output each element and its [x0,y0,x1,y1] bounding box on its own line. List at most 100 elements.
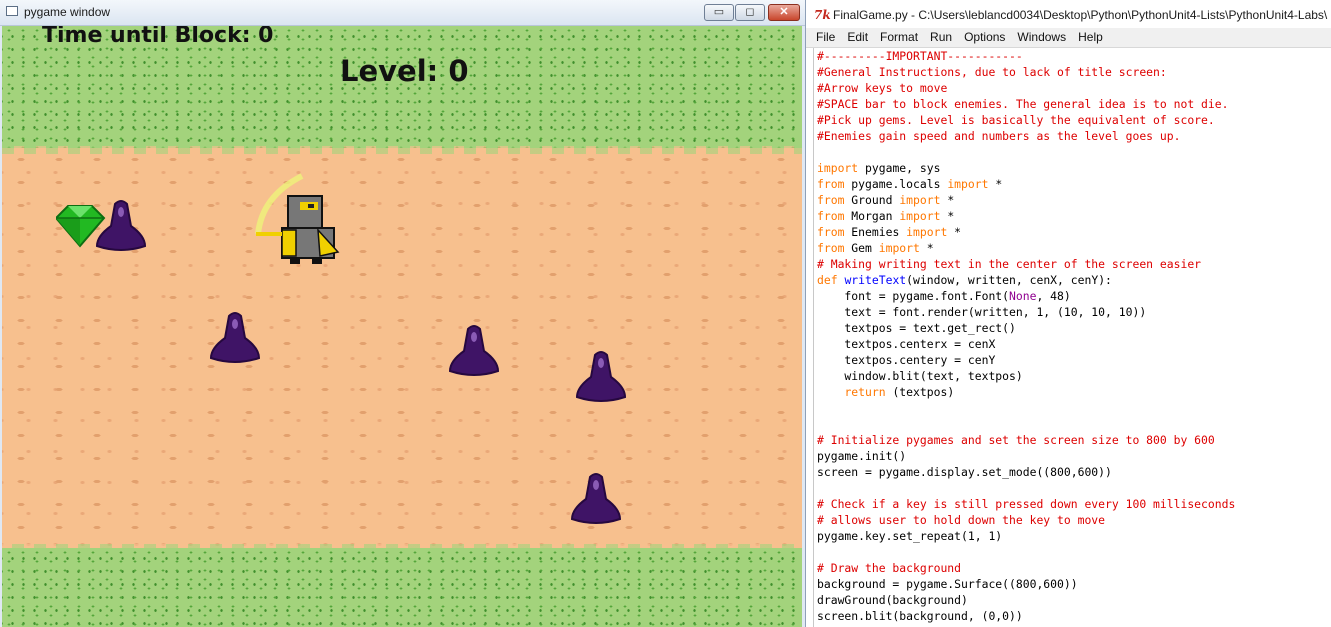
code-token: return [844,385,886,399]
code-token: from [817,209,845,223]
code-token: from [817,177,845,191]
code-token: drawGround(background) [817,593,968,607]
menu-format[interactable]: Format [874,28,924,47]
code-line[interactable]: import pygame, sys [817,160,1331,176]
code-token: font = pygame.font.Font( [817,289,1010,303]
code-token: screen = pygame.display.set_mode((800,60… [817,465,1112,479]
close-button[interactable]: ✕ [768,4,800,21]
code-line[interactable]: drawGround(background) [817,592,1331,608]
code-token: window.blit(text, textpos) [817,369,1023,383]
code-token: Gem [844,241,879,255]
code-token: pygame.locals [844,177,948,191]
idle-window-title: FinalGame.py - C:\Users\leblancd0034\Des… [833,8,1328,22]
code-line[interactable]: text = font.render(written, 1, (10, 10, … [817,304,1331,320]
game-canvas[interactable]: Time until Block: 0 Level: 0 [2,26,802,627]
maximize-button[interactable]: ◻ [735,4,765,21]
code-line[interactable]: # Draw the background [817,560,1331,576]
code-token: # Check if a key is still pressed down e… [817,497,1236,511]
block-timer-text: Time until Block: 0 [42,26,274,48]
code-line[interactable]: screen.blit(background, (0,0)) [817,608,1331,624]
code-line[interactable]: textpos.centery = cenY [817,352,1331,368]
code-token: (window, written, cenX, cenY): [906,273,1112,287]
code-line[interactable]: from Morgan import * [817,208,1331,224]
code-token: background = pygame.Surface((800,600)) [817,577,1078,591]
dirt-edge-top [2,146,802,154]
code-line[interactable]: # Check if a key is still pressed down e… [817,496,1331,512]
pygame-titlebar[interactable]: pygame window ▭ ◻ ✕ [0,0,805,26]
code-line[interactable]: from pygame.locals import * [817,176,1331,192]
code-line[interactable]: #---------IMPORTANT----------- [817,48,1331,64]
menu-edit[interactable]: Edit [841,28,874,47]
code-line[interactable]: #SPACE bar to block enemies. The general… [817,96,1331,112]
idle-titlebar[interactable]: 7k FinalGame.py - C:\Users\leblancd0034\… [806,0,1331,29]
code-line[interactable] [817,400,1331,416]
code-token: (textpos) [885,385,955,399]
code-line[interactable]: font = pygame.font.Font(None, 48) [817,288,1331,304]
code-token: # allows user to hold down the key to mo… [817,513,1106,527]
maximize-icon: ◻ [745,6,755,18]
code-token: textpos.centery = cenY [817,353,996,367]
code-line[interactable]: textpos.centerx = cenX [817,336,1331,352]
code-line[interactable]: #General Instructions, due to lack of ti… [817,64,1331,80]
idle-editor-window: 7k FinalGame.py - C:\Users\leblancd0034\… [806,0,1331,627]
code-line[interactable]: #Arrow keys to move [817,80,1331,96]
code-line[interactable]: # Making writing text in the center of t… [817,256,1331,272]
code-token: pygame, sys [858,161,941,175]
code-token: * [947,225,962,239]
code-line[interactable]: pygame.key.set_repeat(1, 1) [817,528,1331,544]
code-line[interactable] [817,544,1331,560]
code-token: import [817,161,859,175]
code-token: Morgan [844,209,900,223]
menu-file[interactable]: File [806,28,841,47]
code-token: import [906,225,948,239]
code-token: from [817,225,845,239]
code-line[interactable]: background = pygame.Surface((800,600)) [817,576,1331,592]
code-token: #SPACE bar to block enemies. The general… [817,97,1229,111]
code-line[interactable]: def writeText(window, written, cenX, cen… [817,272,1331,288]
code-token: screen.blit(background, (0,0)) [817,609,1023,623]
code-line[interactable]: from Gem import * [817,240,1331,256]
minimize-button[interactable]: ▭ [704,4,734,21]
player-knight-icon [255,173,340,264]
code-line[interactable]: return (textpos) [817,384,1331,400]
code-line[interactable]: #Pick up gems. Level is basically the eq… [817,112,1331,128]
code-line[interactable]: from Enemies import * [817,224,1331,240]
code-line[interactable]: from Ground import * [817,192,1331,208]
menu-options[interactable]: Options [958,28,1011,47]
code-line[interactable]: screen = pygame.display.set_mode((800,60… [817,464,1331,480]
code-token: # Making writing text in the center of t… [817,257,1202,271]
code-token: * [940,209,955,223]
code-token: #General Instructions, due to lack of ti… [817,65,1167,79]
menu-run[interactable]: Run [924,28,958,47]
code-line[interactable] [817,144,1331,160]
code-line[interactable] [817,416,1331,432]
code-line[interactable]: pygame.init() [817,448,1331,464]
pygame-window: pygame window ▭ ◻ ✕ Time until Block: 0 … [0,0,806,627]
menu-windows[interactable]: Windows [1011,28,1072,47]
code-token: #---------IMPORTANT----------- [817,49,1023,63]
code-token: # Draw the background [817,561,962,575]
enemy-cloak-icon [570,473,622,524]
code-token: pygame.init() [817,449,907,463]
code-editor[interactable]: #---------IMPORTANT----------- #General I… [813,48,1331,627]
code-line[interactable] [817,480,1331,496]
enemy-cloak-icon [575,351,627,402]
code-token: #Enemies gain speed and numbers as the l… [817,129,1181,143]
code-token: * [919,241,934,255]
code-line[interactable]: textpos = text.get_rect() [817,320,1331,336]
code-token: * [988,177,1003,191]
pygame-window-title: pygame window [24,5,111,19]
tk-feather-icon: 7k [814,8,831,22]
code-line[interactable]: window.blit(text, textpos) [817,368,1331,384]
code-token: text = font.render(written, 1, (10, 10, … [817,305,1147,319]
code-token: textpos = text.get_rect() [817,321,1016,335]
enemy-cloak-icon [448,325,500,376]
menu-help[interactable]: Help [1072,28,1109,47]
code-line[interactable]: # allows user to hold down the key to mo… [817,512,1331,528]
code-line[interactable]: #Enemies gain speed and numbers as the l… [817,128,1331,144]
enemy-cloak-icon [95,200,147,251]
level-text: Level: 0 [340,54,469,88]
code-token: Ground [844,193,900,207]
code-line[interactable]: # Initialize pygames and set the screen … [817,432,1331,448]
